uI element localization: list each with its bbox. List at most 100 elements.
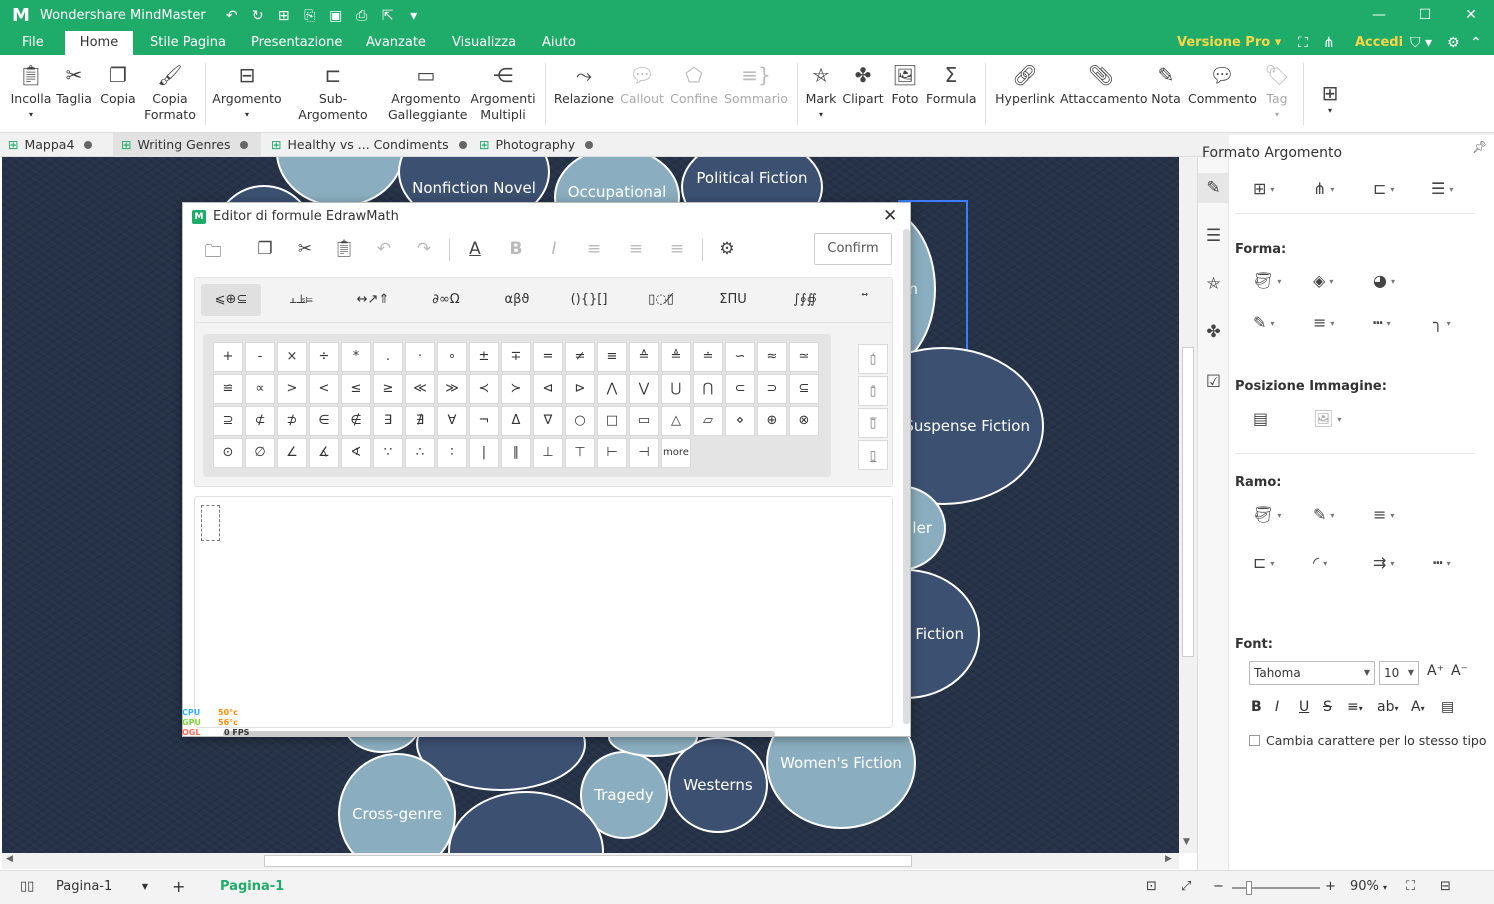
symbol-button[interactable]: ·: [405, 342, 435, 372]
zoom-in-icon[interactable]: +: [1325, 871, 1336, 903]
pin-icon[interactable]: 📌︎: [1472, 140, 1487, 154]
scroll-right-icon[interactable]: ▶: [1165, 854, 1172, 864]
symbol-button[interactable]: ⊥: [533, 438, 563, 468]
symbol-button[interactable]: ≜: [661, 342, 691, 372]
branch-weight-icon[interactable]: ≡ ▾: [1373, 505, 1413, 524]
layout-button[interactable]: ⊞ ▾: [1312, 55, 1348, 119]
italic-icon[interactable]: I: [541, 239, 567, 259]
menu-home[interactable]: Home: [65, 31, 133, 55]
font-color-icon[interactable]: A▾: [1411, 699, 1425, 715]
branch-dash-icon[interactable]: ┅ ▾: [1433, 553, 1473, 572]
bold-icon[interactable]: B: [1251, 699, 1262, 715]
symbol-button[interactable]: ▱: [693, 406, 723, 436]
symbol-button[interactable]: ∢: [341, 438, 371, 468]
category-vectors[interactable]: ⃗⃡⃐: [845, 284, 891, 316]
symbol-button[interactable]: ∝: [245, 374, 275, 404]
vertical-scrollbar[interactable]: ▼: [1179, 157, 1197, 853]
font-family-select[interactable]: Tahoma ▼: [1249, 661, 1375, 685]
clipart-button[interactable]: ✤ Clipart: [842, 55, 884, 107]
confine-button[interactable]: ⬠ Confine: [668, 55, 720, 107]
doc-tab-mappa4[interactable]: ⊞ Mappa4: [0, 133, 110, 157]
category-sums[interactable]: ΣΠU: [703, 284, 763, 316]
skin-icon[interactable]: ⛉ ▾: [1410, 31, 1432, 55]
relazione-button[interactable]: ⤳ Relazione: [552, 55, 616, 107]
mark-button[interactable]: ⛤ Mark ▾: [802, 55, 840, 123]
fullscreen-icon[interactable]: ⛶: [1298, 31, 1308, 55]
symbol-button[interactable]: ∅: [245, 438, 275, 468]
zoom-slider[interactable]: [1232, 881, 1320, 895]
argomento-galleggiante-button[interactable]: ▭ Argomento Galleggiante: [388, 55, 468, 123]
close-icon[interactable]: ✕: [1448, 0, 1494, 30]
branch-arrow-icon[interactable]: ⇉ ▾: [1373, 553, 1413, 572]
symbol-button[interactable]: ≺: [469, 374, 499, 404]
menu-visualizza[interactable]: Visualizza: [448, 31, 520, 55]
fit-width-icon[interactable]: ⤢: [1181, 871, 1191, 903]
symbol-button[interactable]: ¬: [469, 406, 499, 436]
symbol-button[interactable]: ∉: [341, 406, 371, 436]
symbol-button[interactable]: ×: [277, 342, 307, 372]
dash-style-icon[interactable]: ┅ ▾: [1373, 313, 1413, 332]
tab-close-icon[interactable]: [84, 141, 93, 149]
symbol-button[interactable]: ∈: [309, 406, 339, 436]
symbol-button[interactable]: ⊗: [789, 406, 819, 436]
paste-icon[interactable]: 📋︎: [331, 239, 357, 259]
symbol-button[interactable]: -: [245, 342, 275, 372]
branch-color-icon[interactable]: ✎ ▾: [1313, 505, 1353, 524]
symbol-button[interactable]: ≻: [501, 374, 531, 404]
version-pro-button[interactable]: Versione Pro ▾: [1177, 31, 1281, 55]
border-color-icon[interactable]: ✎ ▾: [1253, 313, 1293, 332]
corner-icon[interactable]: ╮ ▾: [1433, 313, 1473, 332]
symbol-button[interactable]: ⊤: [565, 438, 595, 468]
menu-stile-pagina[interactable]: Stile Pagina: [146, 31, 230, 55]
symbol-button[interactable]: ≫: [437, 374, 467, 404]
formula-edit-area[interactable]: [194, 496, 893, 728]
symbol-button[interactable]: ⋃: [661, 374, 691, 404]
redo-icon[interactable]: ↻: [248, 8, 268, 24]
shape-style-icon[interactable]: ◕ ▾: [1373, 271, 1413, 290]
symbol-button[interactable]: ▭: [629, 406, 659, 436]
font-shrink-icon[interactable]: A⁻: [1451, 663, 1468, 679]
print-icon[interactable]: ⎙: [352, 8, 372, 24]
menu-aiuto[interactable]: Aiuto: [538, 31, 580, 55]
symbol-button[interactable]: ≪: [405, 374, 435, 404]
symbol-button[interactable]: ○: [565, 406, 595, 436]
copia-button[interactable]: ❐ Copia: [98, 55, 138, 107]
undo-icon[interactable]: ↶: [222, 8, 242, 24]
symbol-button[interactable]: |: [469, 438, 499, 468]
dialog-vertical-scrollbar[interactable]: [903, 229, 910, 724]
zoom-level[interactable]: 90% ▾: [1350, 871, 1387, 904]
copy-icon[interactable]: ❐: [252, 239, 278, 259]
symbol-button[interactable]: ≃: [789, 342, 819, 372]
symbol-button[interactable]: ≡: [597, 342, 627, 372]
symbol-button[interactable]: ±: [469, 342, 499, 372]
symbol-button[interactable]: ⋂: [693, 374, 723, 404]
category-brackets[interactable]: (){}[]: [559, 284, 619, 316]
symbol-button[interactable]: <: [309, 374, 339, 404]
structure-icon[interactable]: ⋔ ▾: [1313, 179, 1353, 198]
formula-placeholder-box[interactable]: [201, 505, 220, 541]
category-integrals[interactable]: ∫∮∯: [775, 284, 835, 316]
login-button[interactable]: Accedi: [1355, 31, 1403, 55]
font-grow-icon[interactable]: A⁺: [1427, 663, 1444, 679]
symbol-button[interactable]: ⊃: [757, 374, 787, 404]
side-template-underline[interactable]: ▯̲: [858, 440, 888, 470]
dialog-close-icon[interactable]: ✕: [883, 206, 897, 226]
settings-icon[interactable]: ⚙: [1447, 31, 1460, 55]
side-template-dot[interactable]: ▯̇: [858, 344, 888, 374]
symbol-button[interactable]: ⊢: [597, 438, 627, 468]
taglia-button[interactable]: ✂ Taglia: [54, 55, 94, 107]
doc-tab-healthy[interactable]: ⊞ Healthy vs ... Condiments: [263, 133, 469, 157]
redo-icon[interactable]: ↷: [411, 239, 437, 259]
line-weight-icon[interactable]: ≡ ▾: [1313, 313, 1353, 332]
symbol-button[interactable]: ⊇: [213, 406, 243, 436]
image-left-icon[interactable]: ▤: [1253, 409, 1293, 428]
category-arrows[interactable]: ↔↗⇑: [343, 284, 403, 316]
branch-fill-icon[interactable]: 🪣︎ ▾: [1253, 505, 1293, 524]
category-misc[interactable]: ∂∞Ω: [416, 284, 476, 316]
menu-avanzate[interactable]: Avanzate: [362, 31, 430, 55]
align-right-icon[interactable]: ≡: [664, 239, 690, 259]
symbol-button[interactable]: ≤: [341, 374, 371, 404]
symbol-button[interactable]: ⊅: [277, 406, 307, 436]
argomenti-multipli-button[interactable]: ⋲ Argomenti Multipli: [468, 55, 538, 123]
highlight-icon[interactable]: ab▾: [1377, 699, 1398, 715]
